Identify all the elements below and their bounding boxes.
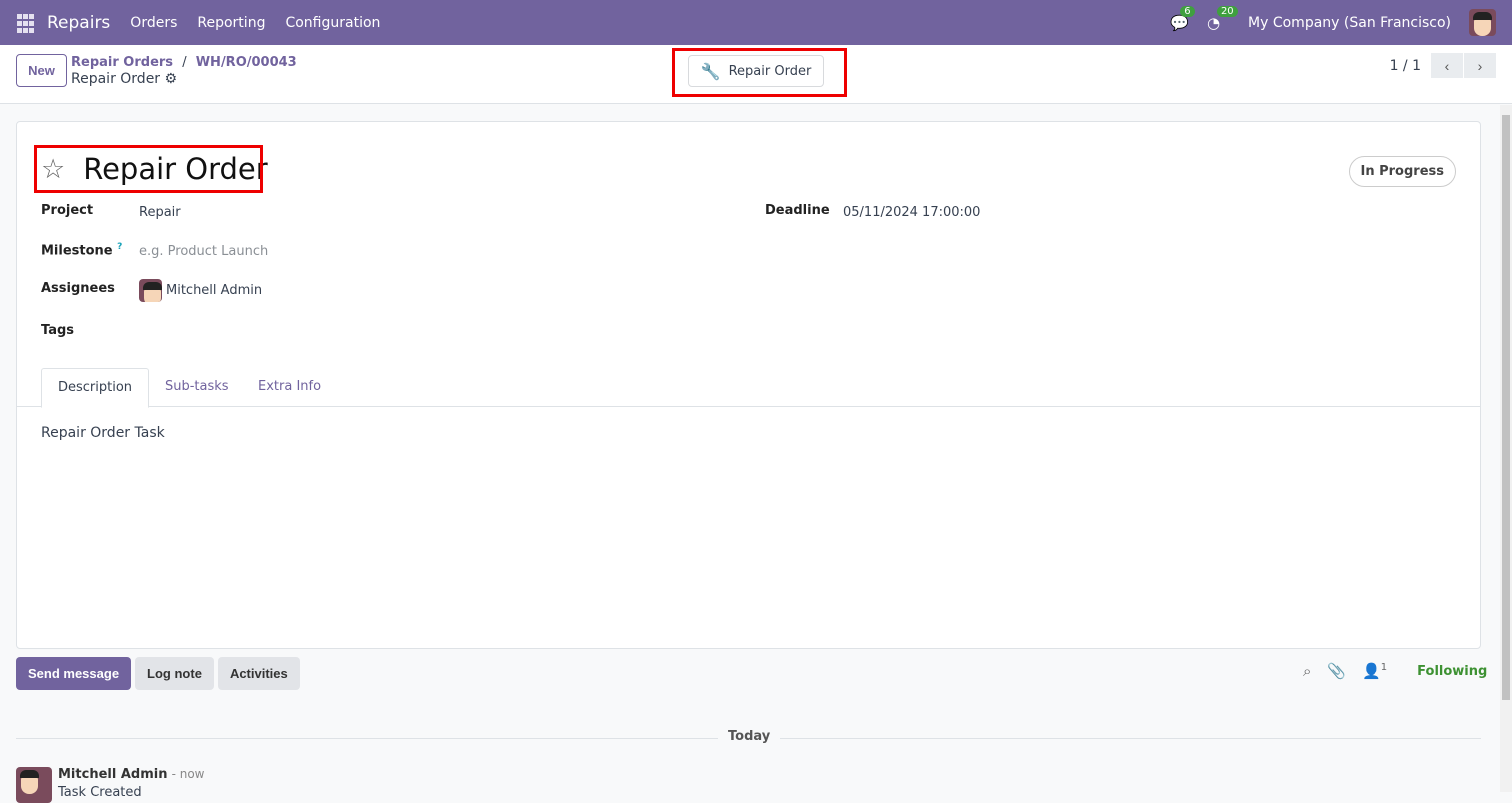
tab-description[interactable]: Description [41,368,150,408]
menu-orders[interactable]: Orders [130,15,177,31]
activities-badge: 20 [1216,5,1238,17]
user-avatar[interactable] [1469,9,1496,36]
apps-menu-icon[interactable] [17,13,35,33]
activities-button[interactable]: Activities [217,657,300,690]
assignee-name: Mitchell Admin [166,283,263,298]
search-icon[interactable]: ⌕ [1303,662,1311,680]
pager: 1 / 1 ‹ › [1390,53,1496,78]
assignee-avatar [139,279,162,302]
today-label: Today [718,729,781,744]
message-body: Task Created [58,785,142,800]
chatter-tools: ⌕ 📎 👤1 Following [1303,662,1487,680]
pager-next-button[interactable]: › [1464,53,1496,78]
company-switcher[interactable]: My Company (San Francisco) [1248,15,1451,31]
milestone-label: Milestone ? [41,242,122,258]
pager-previous-button[interactable]: ‹ [1431,53,1463,78]
send-message-button[interactable]: Send message [16,657,132,690]
messages-badge: 6 [1180,5,1195,17]
top-navbar: Repairs Orders Reporting Configuration 💬… [0,0,1512,45]
message-author[interactable]: Mitchell Admin [58,767,167,782]
new-button[interactable]: New [16,54,67,87]
breadcrumb: Repair Orders / WH/RO/00043 Repair Order… [71,55,297,87]
assignees-field[interactable]: Mitchell Admin [139,279,262,302]
breadcrumb-repair-orders[interactable]: Repair Orders [71,55,173,70]
following-button[interactable]: Following [1417,664,1487,679]
log-note-button[interactable]: Log note [135,657,214,690]
project-field[interactable]: Repair [139,205,181,220]
scrollbar[interactable] [1500,105,1512,792]
app-brand[interactable]: Repairs [47,13,110,33]
current-record: Repair Order [71,71,161,87]
paperclip-icon[interactable]: 📎 [1327,662,1346,680]
project-label: Project [41,203,94,218]
deadline-label: Deadline [765,203,830,218]
notebook-tabs: Description Sub-tasks Extra Info [17,368,1480,408]
milestone-input[interactable]: e.g. Product Launch [139,244,268,259]
tags-label: Tags [41,323,75,338]
followers-icon[interactable]: 👤1 [1362,662,1387,680]
title-row: ☆ Repair Order [41,152,268,186]
task-title[interactable]: Repair Order [83,152,267,186]
smart-button-label: Repair Order [728,63,812,79]
message-time: - now [171,767,205,781]
assignees-label: Assignees [41,281,115,296]
message-author-avatar [16,767,52,803]
tab-sub-tasks[interactable]: Sub-tasks [149,368,245,408]
star-icon[interactable]: ☆ [41,154,65,185]
pager-value[interactable]: 1 / 1 [1390,58,1421,74]
chatter-message: Mitchell Admin - now Task Created [16,767,205,803]
deadline-field[interactable]: 05/11/2024 17:00:00 [843,205,980,220]
repair-order-smart-button[interactable]: 🔧 Repair Order [688,55,824,87]
breadcrumb-separator: / [182,55,187,70]
milestone-help[interactable]: ? [117,242,122,252]
status-badge[interactable]: In Progress [1348,156,1456,187]
chatter-actions: Send message Log note Activities [16,657,300,690]
description-editor[interactable]: Repair Order Task [41,425,165,441]
menu-configuration[interactable]: Configuration [285,15,380,31]
form-sheet: ☆ Repair Order In Progress Project Repair… [16,121,1481,649]
tab-extra-info[interactable]: Extra Info [242,368,337,408]
followers-count: 1 [1380,662,1388,673]
wrench-icon: 🔧 [700,61,721,81]
menu-reporting[interactable]: Reporting [197,15,265,31]
breadcrumb-record[interactable]: WH/RO/00043 [196,55,297,70]
activities-icon[interactable]: ◔ 20 [1207,5,1238,32]
milestone-label-text: Milestone [41,243,113,259]
gear-icon[interactable]: ⚙ [165,71,178,87]
messages-icon[interactable]: 💬 6 [1170,5,1195,32]
